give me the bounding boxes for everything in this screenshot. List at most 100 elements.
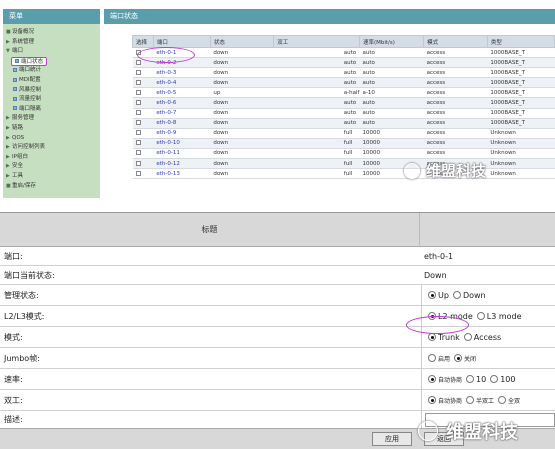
table-cell: auto — [273, 67, 360, 79]
table-row: eth-0-12 down full 10000 access Unknown — [132, 158, 555, 170]
sidebar-item[interactable]: ▶ 服务管理 — [6, 114, 34, 123]
column-header[interactable]: 模式 — [423, 35, 488, 48]
table-cell: 10000 — [359, 148, 424, 160]
port-link[interactable]: eth-0-9 — [153, 128, 211, 139]
duplex-auto-radio[interactable]: 自动协商 — [425, 396, 462, 405]
access-radio[interactable]: Access — [461, 333, 501, 342]
speed-10-radio[interactable]: 10 — [463, 375, 486, 384]
sidebar-item-label: 服务管理 — [12, 115, 35, 122]
sidebar-item[interactable]: 风暴控制 — [13, 86, 41, 95]
jumbo-row: Jumbo帧: 启用 关闭 — [0, 348, 555, 369]
duplex-half-radio[interactable]: 半双工 — [463, 396, 494, 405]
speed-100-radio[interactable]: 100 — [487, 375, 515, 384]
sidebar-item[interactable]: ▶ 安全 — [6, 162, 23, 171]
sidebar-item[interactable]: ▶ 系统管理 — [6, 38, 34, 47]
table-cell: Unknown — [487, 138, 555, 149]
table-cell: full — [273, 158, 360, 170]
sidebar-item[interactable]: ▶ 链路 — [6, 124, 23, 133]
port-link[interactable]: eth-0-13 — [153, 168, 211, 180]
row-checkbox[interactable] — [135, 170, 141, 176]
sidebar-item[interactable]: ▶ QOS — [6, 134, 24, 143]
table-cell: full — [273, 168, 360, 180]
table-cell: down — [210, 148, 274, 160]
jumbo-disable-radio[interactable]: 关闭 — [451, 354, 476, 363]
table-cell: auto — [273, 118, 360, 129]
column-header[interactable]: 状态 — [209, 35, 275, 48]
select-cell — [132, 138, 154, 149]
sidebar-item-label: 设备概况 — [12, 29, 35, 35]
row-checkbox[interactable] — [135, 160, 141, 166]
table-cell: auto — [359, 118, 424, 129]
select-cell — [132, 77, 154, 89]
port-row: 端口: eth-0-1 — [0, 247, 555, 266]
sidebar: ■设备概况 ▶ 系统管理 ▼ 端口 端口状态 端口统计 MDI配置风暴控制流量控制 端口隔离 ▶ 服… — [3, 24, 100, 198]
row-checkbox[interactable] — [135, 100, 141, 106]
select-cell — [132, 97, 154, 109]
table-cell: 1000BASE_T — [487, 67, 555, 79]
jumbo-enable-radio[interactable]: 启用 — [425, 354, 450, 363]
sidebar-item[interactable]: ▶ 访问控制列表 — [6, 143, 45, 152]
duplex-row: 双工: 自动协商 半双工 全双 — [0, 390, 555, 411]
column-header[interactable]: 双工 — [273, 35, 360, 48]
sidebar-item-label: 端口 — [12, 48, 24, 55]
row-checkbox[interactable] — [135, 89, 141, 95]
admin-down-radio[interactable]: Down — [450, 291, 486, 300]
row-checkbox[interactable] — [135, 150, 141, 156]
sidebar-item[interactable]: ■重启/保存 — [6, 182, 36, 191]
port-link[interactable]: eth-0-10 — [153, 138, 211, 149]
title-label: 标题 — [0, 213, 420, 247]
sidebar-item[interactable]: ▼ 端口 — [6, 47, 23, 56]
table-cell: Unknown — [487, 168, 555, 180]
port-value: eth-0-1 — [424, 251, 454, 261]
watermark-bottom: 维盟科技 — [418, 418, 518, 444]
row-checkbox[interactable] — [135, 140, 141, 146]
table-cell: access — [423, 87, 488, 99]
select-cell — [132, 108, 154, 119]
sidebar-item-label: 安全 — [12, 163, 24, 170]
table-cell: a-10 — [359, 87, 424, 99]
l3-mode-radio[interactable]: L3 mode — [474, 312, 522, 321]
sidebar-item[interactable]: ▶ 工具 — [6, 172, 23, 181]
row-checkbox[interactable] — [135, 120, 141, 126]
sidebar-item[interactable]: 端口状态 — [11, 56, 48, 66]
column-header[interactable]: 端口 — [152, 35, 211, 48]
port-link[interactable]: eth-0-7 — [153, 108, 211, 119]
sidebar-item[interactable]: 端口隔离 — [13, 105, 41, 114]
table-cell: down — [210, 77, 274, 89]
port-link[interactable]: eth-0-6 — [153, 97, 211, 109]
port-link[interactable]: eth-0-11 — [153, 148, 211, 160]
panel-header: 端口状态 — [104, 9, 555, 24]
row-checkbox[interactable] — [135, 69, 141, 75]
port-link[interactable]: eth-0-8 — [153, 118, 211, 129]
title-bar: 标题 — [0, 213, 555, 247]
table-cell: access — [423, 77, 488, 89]
port-link[interactable]: eth-0-5 — [153, 87, 211, 99]
port-link[interactable]: eth-0-12 — [153, 158, 211, 170]
row-checkbox[interactable] — [135, 130, 141, 136]
row-checkbox[interactable] — [135, 110, 141, 116]
row-checkbox[interactable] — [135, 59, 141, 65]
speed-auto-radio[interactable]: 自动协商 — [425, 375, 462, 384]
table-cell: access — [423, 128, 488, 139]
port-link[interactable]: eth-0-3 — [153, 67, 211, 79]
column-header[interactable]: 速率(Mbit/s) — [358, 35, 425, 48]
apply-button[interactable]: 应用 — [372, 432, 412, 446]
port-link[interactable]: eth-0-4 — [153, 77, 211, 89]
sidebar-item[interactable]: ▶ IP组白 — [6, 153, 28, 162]
sidebar-item[interactable]: ■设备概况 — [6, 28, 34, 37]
sidebar-item-label: MDI配置 — [19, 77, 41, 83]
sidebar-item-label: 风暴控制 — [19, 86, 42, 93]
duplex-full-radio[interactable]: 全双 — [495, 396, 520, 405]
sidebar-item-label: 重启/保存 — [12, 182, 36, 189]
sidebar-item[interactable]: MDI配置 — [13, 76, 41, 85]
port-table: 选择 端口 状态 双工 速率(Mbit/s) 模式 类型 eth-0-1 down auto au… — [132, 35, 555, 180]
admin-up-radio[interactable]: Up — [425, 291, 449, 300]
duplex-options: 自动协商 半双工 全双 — [421, 390, 555, 410]
admin-row: 管理状态: Up Down — [0, 285, 555, 306]
row-checkbox[interactable] — [135, 79, 141, 85]
sidebar-item[interactable]: 流量控制 — [13, 95, 41, 104]
column-header[interactable]: 类型 — [486, 35, 555, 48]
column-header[interactable]: 选择 — [132, 35, 154, 48]
table-cell: full — [273, 128, 360, 139]
sidebar-item[interactable]: 端口统计 — [13, 66, 41, 75]
